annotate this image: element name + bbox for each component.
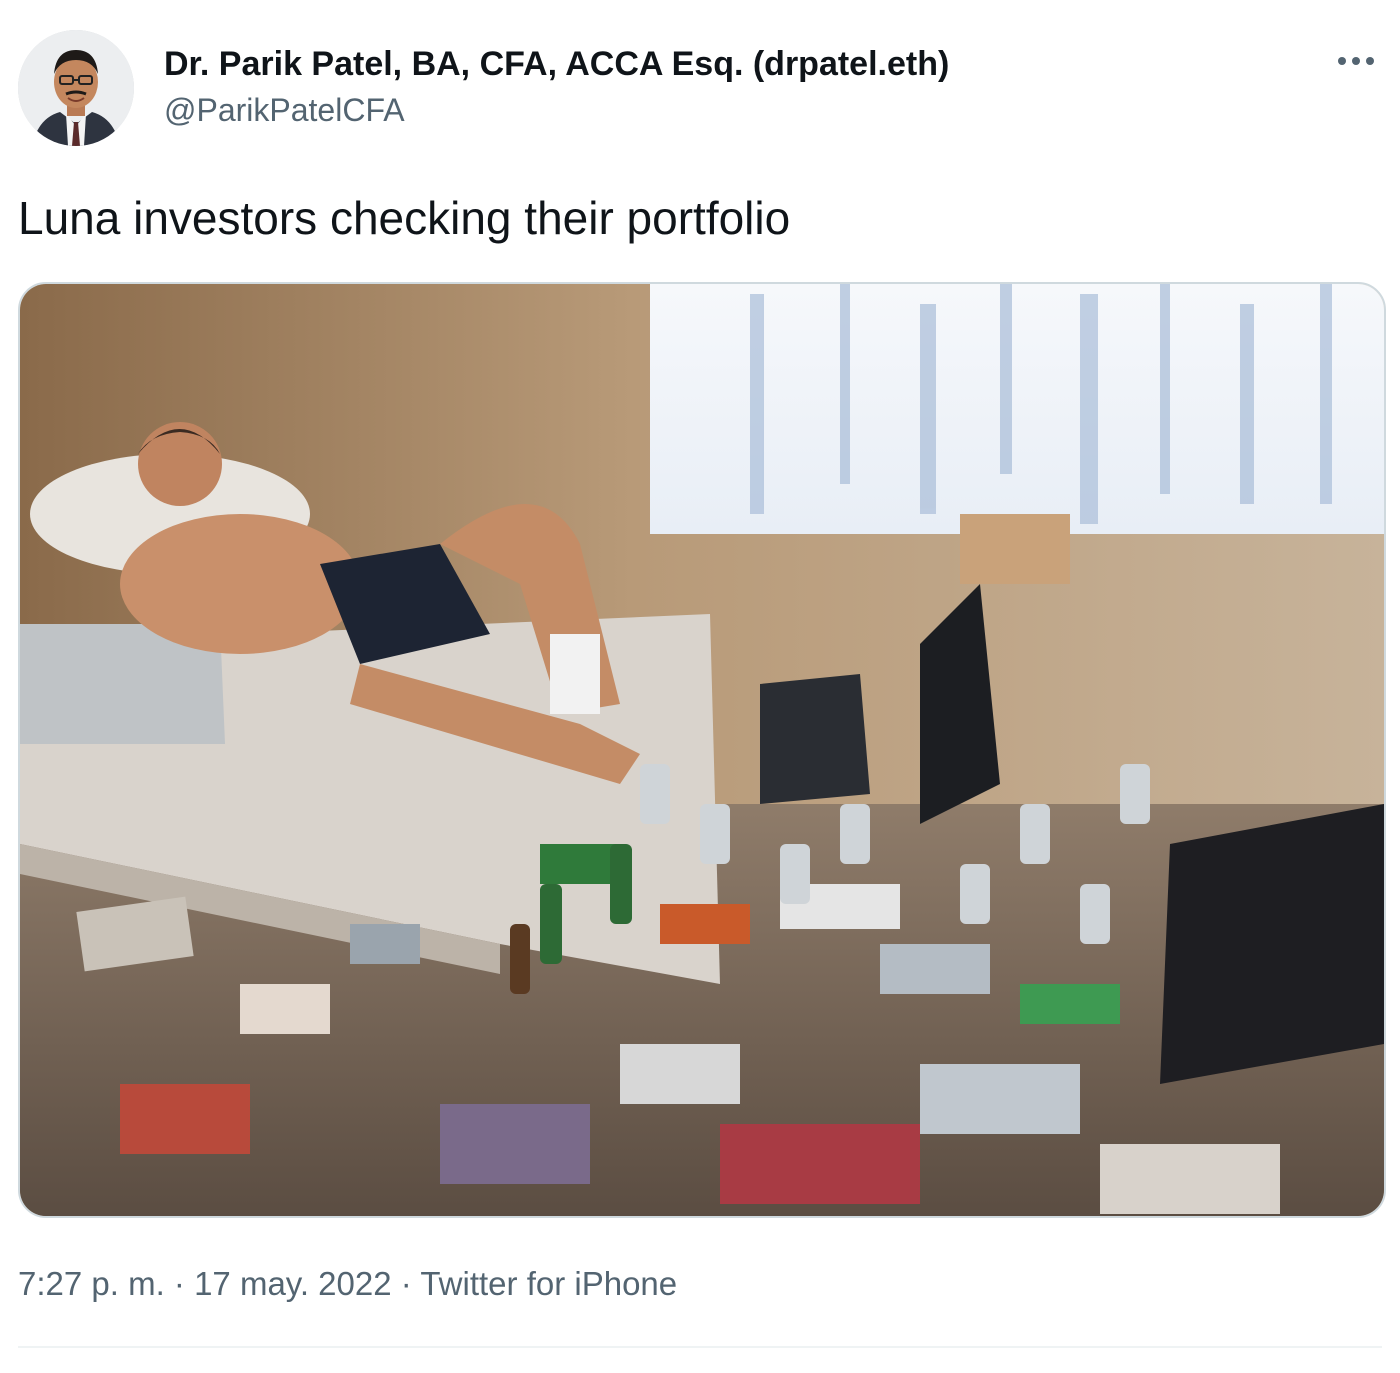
tweet-header: Dr. Parik Patel, BA, CFA, ACCA Esq. (drp… [18,30,1382,148]
messy-room-photo [20,284,1384,1216]
tweet-card: Dr. Parik Patel, BA, CFA, ACCA Esq. (drp… [0,0,1400,1373]
author-display-name[interactable]: Dr. Parik Patel, BA, CFA, ACCA Esq. (drp… [164,44,949,84]
tweet-meta: 7:27 p. m. · 17 may. 2022 · Twitter for … [18,1262,677,1306]
meta-separator: · [391,1265,421,1302]
more-options-button[interactable] [1330,46,1382,76]
tweet-time[interactable]: 7:27 p. m. [18,1265,165,1302]
person-avatar-icon [18,30,134,146]
divider [18,1346,1382,1348]
author-names: Dr. Parik Patel, BA, CFA, ACCA Esq. (drp… [164,44,949,130]
meta-separator: · [164,1265,195,1302]
tweet-text: Luna investors checking their portfolio [18,192,791,244]
tweet-media-image[interactable] [18,282,1386,1218]
tweet-source[interactable]: Twitter for iPhone [420,1265,677,1302]
avatar[interactable] [18,30,134,146]
author-handle[interactable]: @ParikPatelCFA [164,90,949,130]
tweet-date[interactable]: 17 may. 2022 [194,1265,392,1302]
more-horizontal-icon [1338,57,1374,65]
